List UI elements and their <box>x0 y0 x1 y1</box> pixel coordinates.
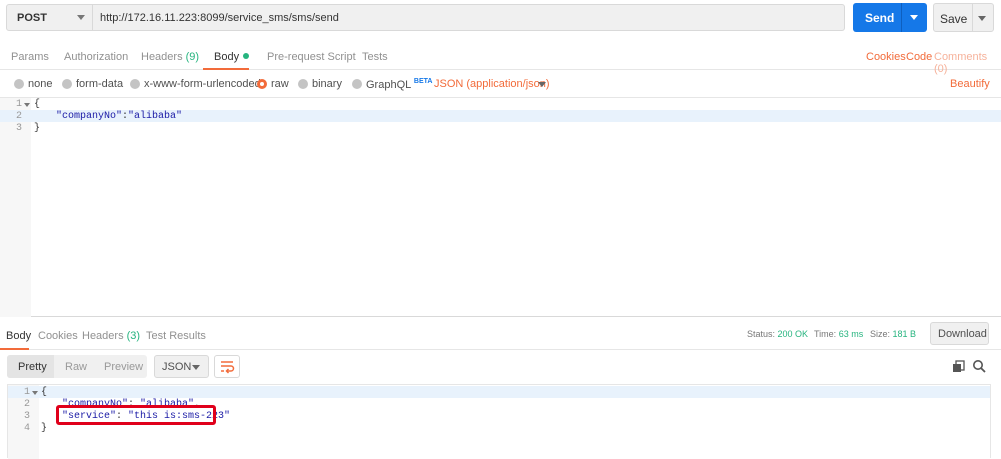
save-options-chevron-icon[interactable] <box>978 16 986 21</box>
status-value: 200 OK <box>777 329 809 339</box>
save-button[interactable]: Save <box>933 3 994 32</box>
radio-raw-label[interactable]: raw <box>271 78 289 90</box>
annotation-highlight-box <box>56 405 216 425</box>
tab-headers[interactable]: Headers (9) <box>141 51 199 63</box>
wrap-lines-button[interactable] <box>214 355 240 378</box>
radio-binary[interactable] <box>298 79 308 89</box>
request-tabs: Params Authorization Headers (9) Body Pr… <box>0 40 1001 75</box>
radio-urlencoded[interactable] <box>130 79 140 89</box>
radio-none[interactable] <box>14 79 24 89</box>
fold-chevron-icon[interactable] <box>32 391 38 395</box>
chevron-down-icon[interactable] <box>538 82 546 87</box>
send-label: Send <box>865 11 895 25</box>
download-button[interactable]: Download <box>930 322 989 345</box>
tab-body-label: Body <box>214 51 240 63</box>
code-line: } <box>41 423 48 434</box>
line-number: 3 <box>15 123 22 134</box>
tab-headers-count: (9) <box>185 51 200 63</box>
json-value: "alibaba" <box>128 111 183 122</box>
code-line: "companyNo":"alibaba" <box>56 111 182 122</box>
active-line-highlight <box>8 386 990 398</box>
request-bar: POST http://172.16.11.223:8099/service_s… <box>0 0 1001 40</box>
body-modified-dot-icon <box>243 53 250 59</box>
radio-none-label[interactable]: none <box>28 78 52 90</box>
time-label: Time: <box>814 329 837 339</box>
url-input[interactable]: http://172.16.11.223:8099/service_sms/sm… <box>93 4 845 31</box>
size-readout: Size: 181 B <box>870 329 916 339</box>
size-value: 181 B <box>892 329 917 339</box>
code-link[interactable]: Code <box>906 51 932 63</box>
line-number: 1 <box>15 99 22 110</box>
fold-chevron-icon[interactable] <box>24 103 30 107</box>
tab-authorization[interactable]: Authorization <box>64 51 128 63</box>
response-tab-body[interactable]: Body <box>6 330 31 342</box>
time-value: 63 ms <box>838 329 864 339</box>
tab-params[interactable]: Params <box>11 51 49 63</box>
radio-urlencoded-label[interactable]: x-www-form-urlencoded <box>144 78 261 90</box>
response-tab-cookies[interactable]: Cookies <box>38 330 78 342</box>
status-readout: Status: 200 OK <box>747 329 808 339</box>
view-preview[interactable]: Preview <box>104 361 143 373</box>
save-label: Save <box>940 12 968 26</box>
view-pretty[interactable]: Pretty <box>18 361 47 373</box>
tab-body[interactable]: Body <box>214 51 250 63</box>
format-label: JSON <box>162 361 192 373</box>
content-type-select[interactable]: JSON (application/json) <box>434 78 550 90</box>
graphql-text: GraphQL <box>366 79 411 91</box>
tab-headers-label: Headers <box>141 51 183 63</box>
beta-badge: BETA <box>413 78 433 85</box>
line-number: 3 <box>23 411 30 422</box>
view-mode-group: Pretty Raw Preview <box>7 355 147 378</box>
radio-graphql-label[interactable]: GraphQL BETA <box>366 78 432 91</box>
radio-form-data-label[interactable]: form-data <box>76 78 123 90</box>
save-divider <box>972 4 973 31</box>
tab-pre-request-script[interactable]: Pre-request Script <box>267 51 356 63</box>
time-readout: Time: 63 ms <box>814 329 863 339</box>
send-options-chevron-icon[interactable] <box>910 15 918 20</box>
line-number: 2 <box>23 399 30 410</box>
response-tab-headers[interactable]: Headers (3) <box>82 330 140 342</box>
beautify-link[interactable]: Beautify <box>950 78 990 90</box>
format-select[interactable]: JSON <box>154 355 209 378</box>
line-number: 2 <box>15 111 22 122</box>
response-toolbar: Pretty Raw Preview JSON <box>0 350 1001 382</box>
size-label: Size: <box>870 329 891 339</box>
request-body-editor[interactable]: 1 2 3 { "companyNo":"alibaba" } <box>0 97 1001 317</box>
radio-graphql[interactable] <box>352 79 362 89</box>
send-divider <box>901 3 902 32</box>
json-key: "companyNo" <box>56 111 123 122</box>
response-tab-test-results[interactable]: Test Results <box>146 330 206 342</box>
body-type-row: none form-data x-www-form-urlencoded raw… <box>0 70 1001 97</box>
chevron-down-icon <box>192 365 200 370</box>
line-number: 4 <box>23 423 30 434</box>
url-value: http://172.16.11.223:8099/service_sms/sm… <box>100 12 339 24</box>
method-select[interactable]: POST <box>6 4 93 31</box>
download-label: Download <box>938 328 987 340</box>
code-line: { <box>41 387 48 398</box>
cookies-link[interactable]: Cookies <box>866 51 906 63</box>
send-button[interactable]: Send <box>853 3 927 32</box>
method-label: POST <box>17 12 47 24</box>
response-tabs: Body Cookies Headers (3) Test Results St… <box>0 318 1001 350</box>
code-line: } <box>34 123 41 134</box>
response-tab-headers-label: Headers <box>82 330 124 342</box>
tab-tests[interactable]: Tests <box>362 51 388 63</box>
line-number: 1 <box>23 387 30 398</box>
radio-raw[interactable] <box>257 79 267 89</box>
radio-binary-label[interactable]: binary <box>312 78 342 90</box>
search-icon[interactable] <box>972 359 986 373</box>
view-raw[interactable]: Raw <box>65 361 87 373</box>
copy-icon[interactable] <box>952 360 965 373</box>
radio-form-data[interactable] <box>62 79 72 89</box>
wrap-lines-icon <box>221 361 235 374</box>
status-label: Status: <box>747 329 776 339</box>
code-line: { <box>34 99 41 110</box>
chevron-down-icon <box>77 15 85 20</box>
response-headers-count: (3) <box>126 330 141 342</box>
